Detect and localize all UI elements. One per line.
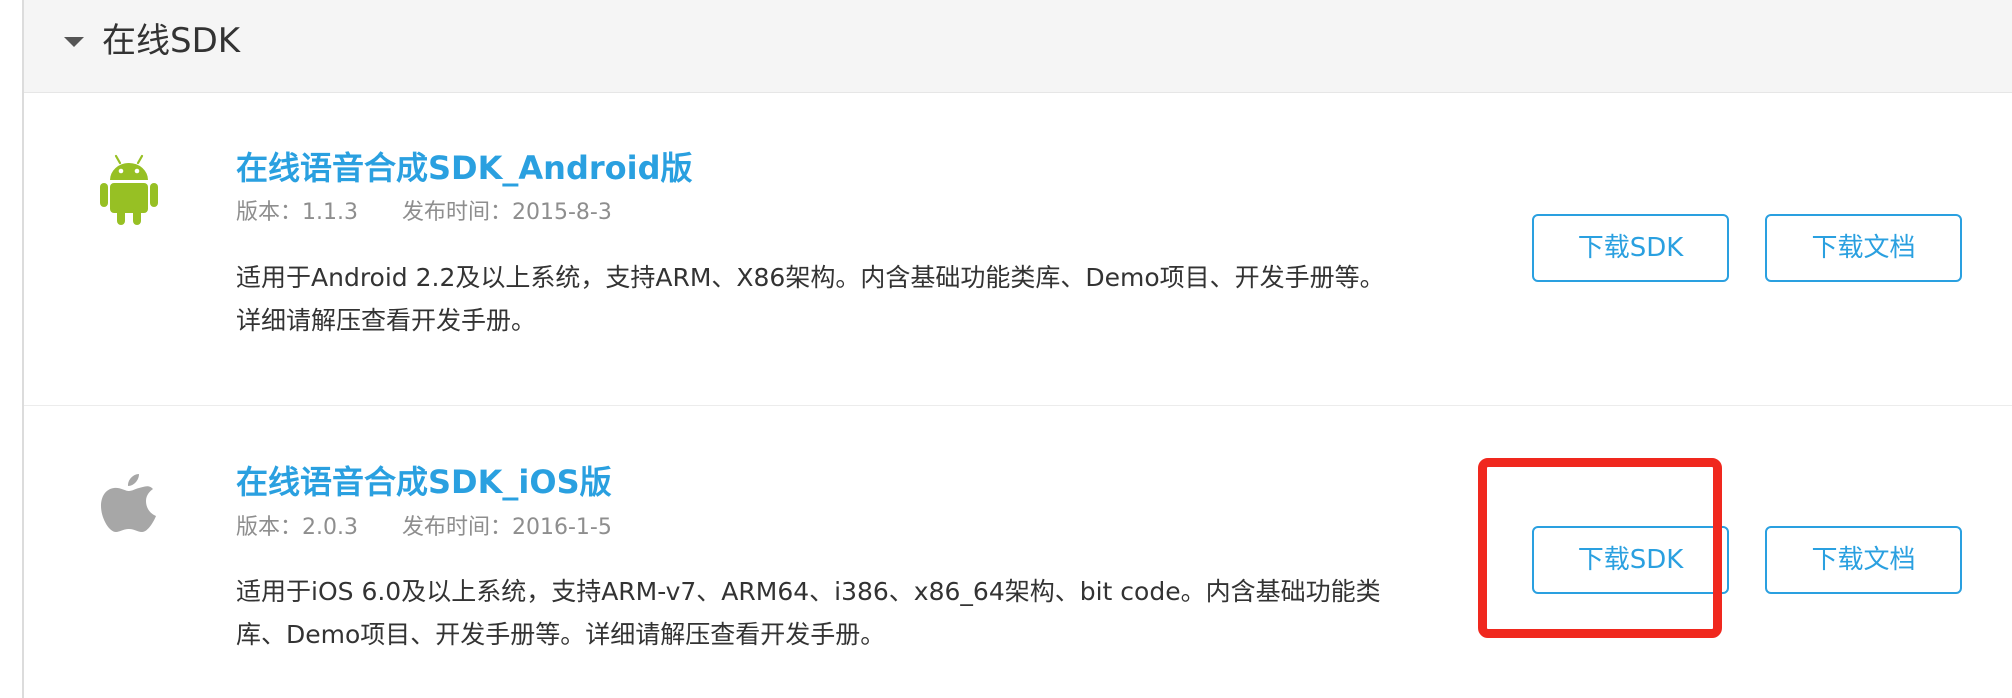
caret-down-icon[interactable] — [64, 37, 84, 47]
sdk-item-ios: 在线语音合成SDK_iOS版 版本：2.0.3 发布时间：2016-1-5 适用于… — [24, 406, 2012, 698]
sdk-description: 适用于iOS 6.0及以上系统，支持ARM-v7、ARM64、i386、x86_… — [236, 577, 1381, 649]
sdk-item-android: 在线语音合成SDK_Android版 版本：1.1.3 发布时间：2015-8-3… — [24, 93, 2012, 406]
version-label: 版本：2.0.3 — [236, 515, 358, 540]
sdk-download-page: 在线SDK 在线语音合成SDK_Android版 版本：1.1.3 发布时间：2… — [0, 0, 2012, 698]
section-header-online-sdk[interactable]: 在线SDK — [24, 0, 2012, 93]
release-date-label: 发布时间：2015-8-3 — [401, 200, 612, 225]
android-icon — [99, 153, 159, 225]
download-doc-button[interactable]: 下载文档 — [1765, 214, 1962, 282]
sdk-title-link[interactable]: 在线语音合成SDK_iOS版 — [236, 462, 612, 502]
download-doc-button[interactable]: 下载文档 — [1765, 526, 1962, 594]
sdk-title-link[interactable]: 在线语音合成SDK_Android版 — [236, 148, 693, 188]
sdk-description: 适用于Android 2.2及以上系统，支持ARM、X86架构。内含基础功能类库… — [236, 263, 1385, 335]
apple-icon — [99, 466, 159, 538]
download-sdk-button[interactable]: 下载SDK — [1532, 214, 1729, 282]
version-label: 版本：1.1.3 — [236, 200, 358, 225]
sdk-meta: 版本：1.1.3 发布时间：2015-8-3 — [236, 198, 612, 228]
release-date-label: 发布时间：2016-1-5 — [401, 515, 612, 540]
section-title: 在线SDK — [102, 21, 241, 61]
sdk-meta: 版本：2.0.3 发布时间：2016-1-5 — [236, 513, 612, 543]
download-sdk-button[interactable]: 下载SDK — [1532, 526, 1729, 594]
